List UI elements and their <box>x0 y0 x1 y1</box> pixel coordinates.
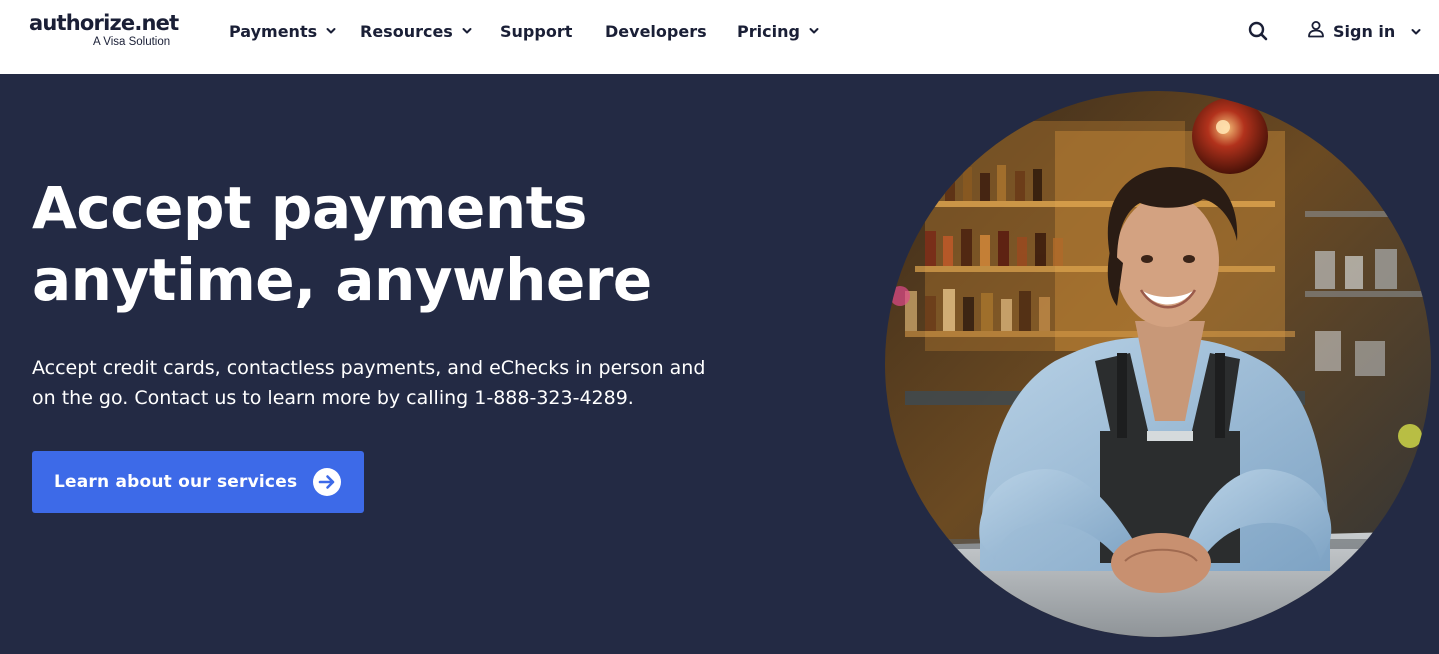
logo-wordmark: authorize.net <box>29 11 179 35</box>
nav-item-label: Developers <box>605 21 707 41</box>
chevron-down-icon <box>1411 22 1421 41</box>
chevron-down-icon <box>326 26 336 36</box>
nav-item-label: Pricing <box>737 21 800 41</box>
hero-section: Accept payments anytime, anywhere Accept… <box>0 74 1439 654</box>
cta-label: Learn about our services <box>54 472 298 492</box>
logo-tagline: A Visa Solution <box>93 36 171 48</box>
hero-title-line-2: anytime, anywhere <box>32 246 652 314</box>
hero-title-line-1: Accept payments <box>32 174 587 242</box>
nav-item-support[interactable]: Support <box>500 20 572 42</box>
hero-photo <box>885 91 1431 637</box>
nav-item-resources[interactable]: Resources <box>360 20 472 42</box>
authorize-net-logo[interactable]: authorize.net A Visa Solution <box>29 10 179 52</box>
hero-title: Accept payments anytime, anywhere <box>32 172 752 316</box>
chevron-down-icon <box>462 26 472 36</box>
sign-in-menu[interactable]: Sign in <box>1307 20 1421 42</box>
search-icon <box>1247 21 1269 46</box>
hero-subtitle: Accept credit cards, contactless payment… <box>32 357 706 409</box>
user-icon <box>1307 20 1325 42</box>
nav-item-payments[interactable]: Payments <box>229 20 336 42</box>
learn-about-services-button[interactable]: Learn about our services <box>32 451 364 513</box>
nav-item-pricing[interactable]: Pricing <box>737 20 819 42</box>
nav-item-developers[interactable]: Developers <box>605 20 707 42</box>
chevron-down-icon <box>809 26 819 36</box>
arrow-right-circle-icon <box>312 467 342 497</box>
nav-item-label: Support <box>500 21 573 41</box>
nav-item-label: Payments <box>229 21 318 41</box>
site-header: authorize.net A Visa Solution Payments R… <box>0 0 1439 74</box>
nav-item-label: Resources <box>360 21 453 41</box>
sign-in-label: Sign in <box>1333 21 1396 41</box>
search-button[interactable] <box>1247 20 1269 42</box>
